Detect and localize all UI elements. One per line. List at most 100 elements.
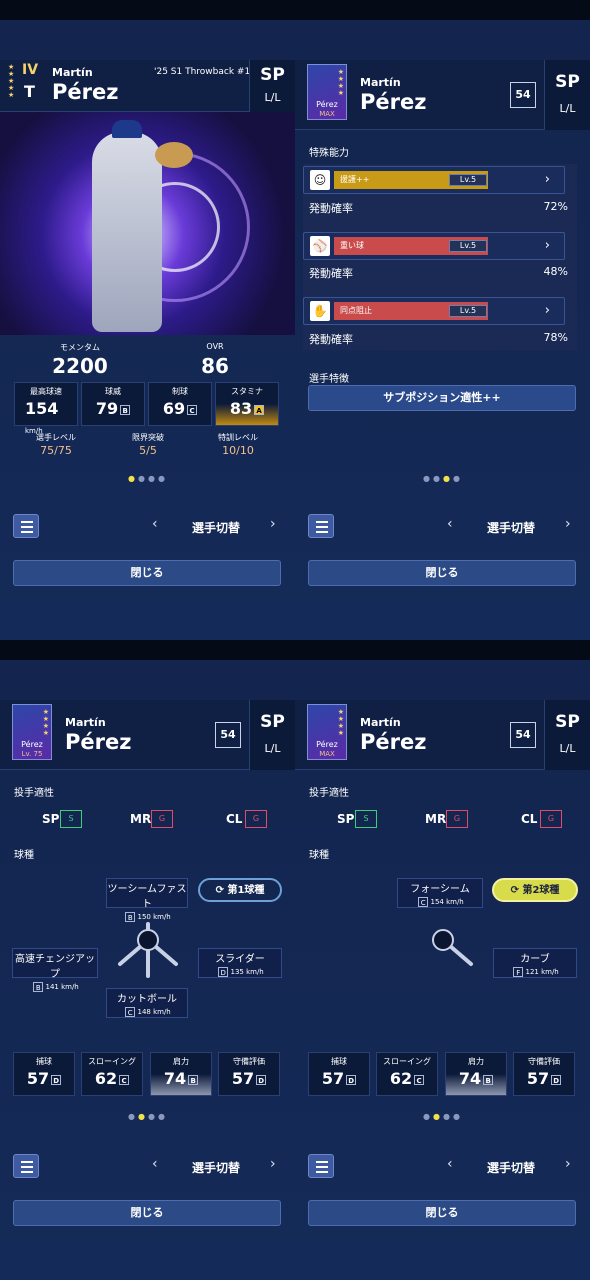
player-header: ★ ★ ★ ★ ★ IV T Martín Pérez '25 S1 Throwback… (0, 60, 295, 112)
prev-player-button[interactable]: ‹ (447, 1156, 453, 1172)
prev-player-button[interactable]: ‹ (447, 516, 453, 532)
aptitude-title: 投手適性 (14, 788, 54, 799)
pitch-card[interactable]: カットボール C 148 km/h (106, 988, 188, 1018)
trait-button[interactable]: サブポジション適性++ (308, 385, 576, 411)
apt-cl-grade: G (540, 810, 562, 828)
pitch-card[interactable]: ツーシームファスト B 150 km/h (106, 878, 188, 922)
next-player-button[interactable]: › (270, 1156, 276, 1172)
player-card-thumb: ★ ★ ★ ★ Pérez Lv. 75 (12, 704, 52, 760)
pitch-name: ツーシームファスト (107, 884, 187, 910)
stat-label: 制球 (172, 387, 188, 396)
grade-badge: F (513, 967, 524, 977)
tie-block-icon: ✋ (310, 301, 330, 321)
ability-level: Lv.5 (449, 174, 487, 186)
ability-level: Lv.5 (449, 305, 487, 317)
speed-value: 154 (25, 399, 59, 418)
close-button[interactable]: 閉じる (13, 1200, 281, 1226)
chevron-right-icon: › (544, 238, 550, 253)
stat-label: 守備評価 (233, 1057, 265, 1066)
last-name: Pérez (360, 90, 427, 114)
pitch-name: 高速チェンジアップ (15, 954, 95, 980)
pitch-card[interactable]: 高速チェンジアップ B 141 km/h (12, 948, 98, 992)
defense-value: 57 (231, 1069, 255, 1088)
stat-control: 制球 69 C (148, 382, 212, 426)
pitch-card[interactable]: カーブ F 121 km/h (493, 948, 577, 978)
grade-badge: B (188, 1074, 199, 1085)
grade-badge: B (483, 1074, 494, 1085)
next-player-button[interactable]: › (270, 516, 276, 532)
first-name: Martín (52, 66, 93, 79)
star-rank-icon: ★ ★ ★ ★ (337, 68, 344, 97)
special-title: 特殊能力 (309, 148, 349, 159)
first-name: Martín (65, 716, 106, 729)
stat-value: 83 A (216, 399, 278, 418)
stat-arm: 肩力 74 B (150, 1052, 212, 1096)
close-button[interactable]: 閉じる (13, 560, 281, 586)
prob-label: 発動確率 (309, 267, 353, 280)
prev-player-button[interactable]: ‹ (152, 516, 158, 532)
page-indicator[interactable]: ●●●● (423, 1112, 463, 1121)
apt-sp-label: SP (42, 812, 60, 826)
chevron-right-icon: › (544, 303, 550, 318)
pitch-speed: 154 km/h (430, 898, 464, 906)
close-button[interactable]: 閉じる (308, 560, 576, 586)
apt-mr-label: MR (130, 812, 152, 826)
refresh-icon: ⟳ (510, 885, 523, 896)
switch-player-label: 選手切替 (487, 1161, 536, 1175)
prob-label: 発動確率 (309, 202, 353, 215)
ability-row[interactable]: ☺ 援護++ Lv.5 › (303, 166, 565, 194)
card-name: Pérez (316, 740, 338, 749)
position-box: SP L/L (544, 60, 590, 130)
player-art (0, 112, 295, 335)
throwing-value: 62 (389, 1069, 413, 1088)
pitch-card[interactable]: フォーシーム C 154 km/h (397, 878, 483, 908)
prob-value: 78% (543, 331, 568, 344)
menu-button[interactable] (308, 514, 334, 538)
player-header: ★ ★ ★ ★ Pérez Lv. 75 Martín Pérez 54 SP L/L (0, 700, 295, 770)
catching-value: 57 (26, 1069, 50, 1088)
level-value: 75/75 (40, 444, 72, 457)
tag-text: 第1球種 (227, 885, 265, 896)
pitch-direction-chart (432, 929, 473, 966)
next-player-button[interactable]: › (565, 516, 571, 532)
ability-row[interactable]: ⚾ 重い球 Lv.5 › (303, 232, 565, 260)
pitch-name: フォーシーム (410, 884, 470, 895)
stat-label: 最高球速 (30, 387, 62, 396)
grade-badge: C (414, 1074, 425, 1085)
prob-label: 発動確率 (309, 333, 353, 346)
position: SP (260, 65, 285, 85)
card-name: Pérez (21, 740, 43, 749)
apt-cl-label: CL (521, 812, 538, 826)
close-button[interactable]: 閉じる (308, 1200, 576, 1226)
prev-player-button[interactable]: ‹ (152, 1156, 158, 1172)
grade-badge: A (254, 404, 265, 415)
grade-badge: C (125, 1007, 136, 1017)
menu-button[interactable] (308, 1154, 334, 1178)
apt-sp-grade: S (60, 810, 82, 828)
primary-pitch-tag[interactable]: ⟳ 第1球種 (198, 878, 282, 902)
apt-sp-label: SP (337, 812, 355, 826)
position-box: SP L/L (249, 700, 295, 770)
secondary-pitch-tag[interactable]: ⟳ 第2球種 (492, 878, 578, 902)
stat-label: スタミナ (231, 387, 263, 396)
menu-button[interactable] (13, 1154, 39, 1178)
team-logo-icon: T (24, 82, 35, 101)
page-indicator[interactable]: ●●●● (128, 1112, 168, 1121)
next-player-button[interactable]: › (565, 1156, 571, 1172)
grade-badge: D (551, 1074, 562, 1085)
position: SP (555, 712, 580, 732)
ability-row[interactable]: ✋ 同点阻止 Lv.5 › (303, 297, 565, 325)
limit-break-label: 限界突破 (132, 433, 164, 442)
menu-button[interactable] (13, 514, 39, 538)
page-indicator[interactable]: ●●●● (128, 474, 168, 483)
stat-arm: 肩力 74 B (445, 1052, 507, 1096)
panel-pitches-2: ★ ★ ★ ★ Pérez MAX Martín Pérez 54 SP L/L 投手… (295, 660, 590, 1280)
position: SP (555, 72, 580, 92)
player-header: ★ ★ ★ ★ Pérez MAX Martín Pérez 54 SP L/L (295, 700, 590, 770)
ovr-value: 86 (201, 354, 229, 378)
panel-abilities: ★ ★ ★ ★ Pérez MAX Martín Pérez 54 SP L/L 特殊… (295, 20, 590, 640)
pitch-card[interactable]: スライダー D 135 km/h (198, 948, 282, 978)
stat-value: 79 B (82, 399, 144, 418)
number-box: 54 (215, 722, 241, 748)
page-indicator[interactable]: ●●●● (423, 474, 463, 483)
